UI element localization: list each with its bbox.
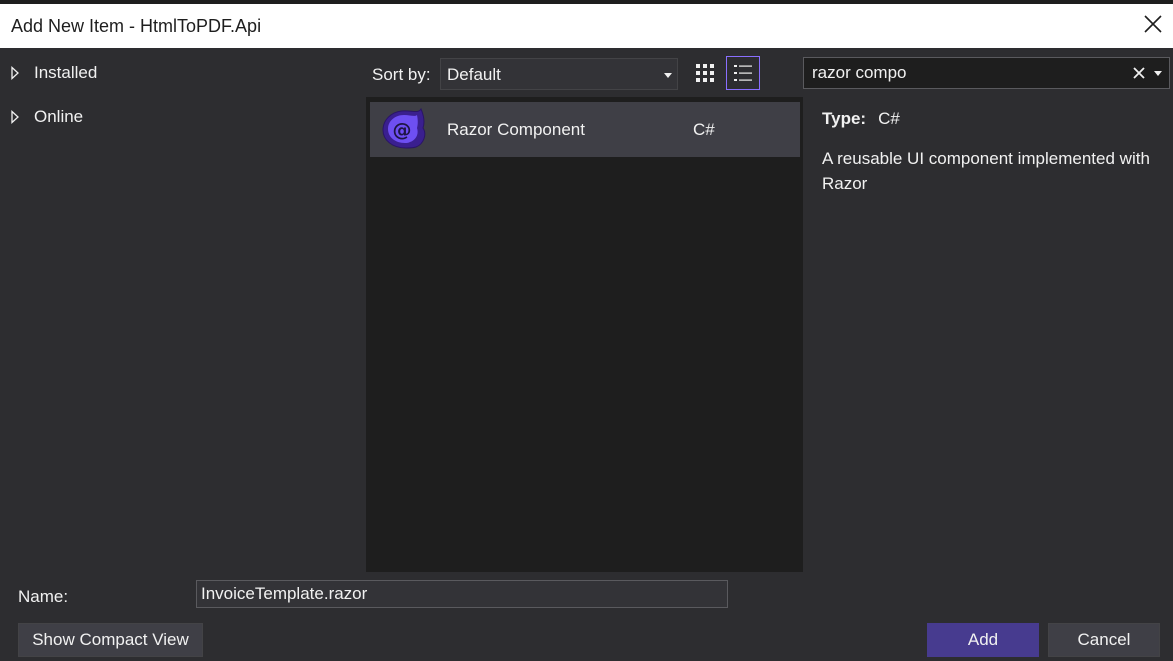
details-description: A reusable UI component implemented with… [822, 149, 1150, 193]
sort-by-dropdown[interactable]: Default [440, 58, 678, 90]
search-input[interactable] [804, 58, 1124, 88]
tree-item-label: Online [34, 107, 84, 126]
list-item[interactable]: @ Razor Component C# [370, 102, 800, 157]
close-icon [1133, 67, 1145, 79]
window-title: Add New Item - HtmlToPDF.Api [11, 16, 262, 36]
details-panel: Type: C# A reusable UI component impleme… [822, 109, 1152, 196]
sort-by-value: Default [447, 65, 501, 84]
close-icon [1144, 15, 1162, 33]
clear-search-button[interactable] [1131, 65, 1147, 81]
tree-item-label: Installed [34, 63, 98, 82]
name-label: Name: [18, 587, 69, 606]
grid-view-button[interactable] [688, 56, 722, 90]
svg-text:@: @ [393, 119, 412, 141]
add-button[interactable]: Add [927, 623, 1039, 657]
expand-arrow-icon [10, 109, 24, 125]
title-bar: Add New Item - HtmlToPDF.Api [0, 4, 1173, 48]
search-box [803, 57, 1170, 89]
sort-by-label: Sort by: [372, 65, 431, 84]
template-language: C# [693, 120, 715, 139]
template-list: @ Razor Component C# [366, 97, 803, 616]
dialog-body: Installed Online Sort by: Default razor … [0, 48, 1173, 616]
chevron-down-icon [664, 73, 672, 78]
tree-item-installed[interactable]: Installed [10, 63, 97, 83]
tree-item-online[interactable]: Online [10, 107, 83, 127]
search-options-chevron-icon[interactable] [1154, 71, 1162, 76]
name-input[interactable] [196, 580, 728, 608]
details-type-row: Type: C# [822, 109, 1152, 129]
cancel-button[interactable]: Cancel [1048, 623, 1160, 657]
template-name: Razor Component [447, 120, 585, 139]
list-view-button[interactable] [726, 56, 760, 90]
razor-component-icon: @ [380, 106, 430, 152]
show-compact-view-button[interactable]: Show Compact View [18, 623, 203, 657]
details-type-value: C# [878, 109, 900, 128]
grid-view-icon [696, 64, 714, 82]
dialog-footer: Name: Show Compact View Add Cancel [0, 572, 1173, 661]
close-button[interactable] [1139, 10, 1167, 38]
details-type-label: Type: [822, 109, 867, 128]
expand-arrow-icon [10, 65, 24, 81]
list-view-icon [734, 65, 752, 81]
